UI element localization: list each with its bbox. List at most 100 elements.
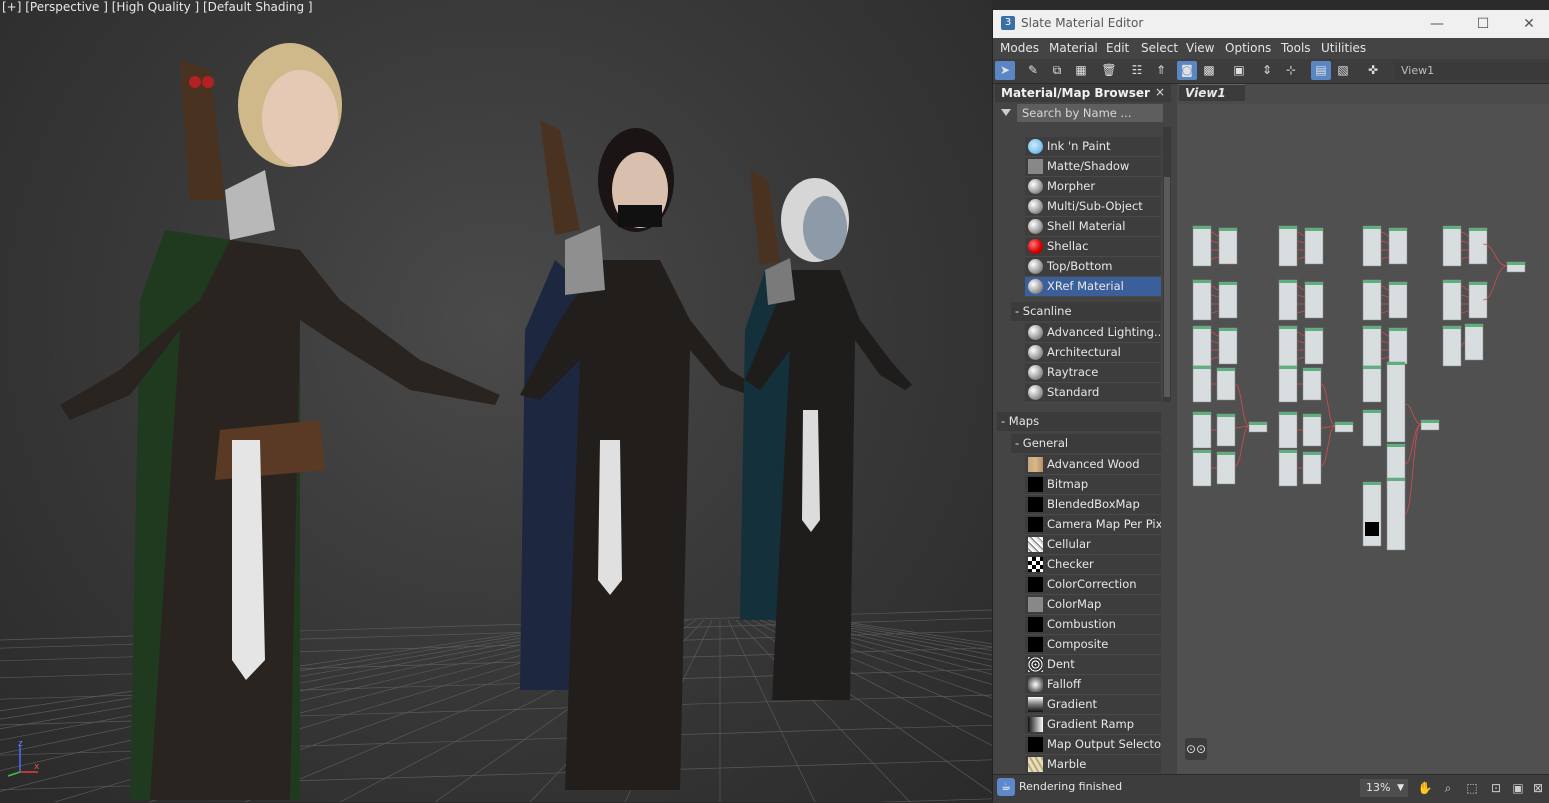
material-node[interactable] — [1216, 367, 1236, 401]
list-item[interactable]: Combustion — [1025, 615, 1161, 635]
material-node[interactable] — [1218, 327, 1238, 365]
menu-tools[interactable]: Tools — [1281, 41, 1311, 55]
show-shaded-icon[interactable]: ◙ — [1177, 61, 1197, 80]
list-item[interactable]: Cellular — [1025, 535, 1161, 555]
material-node[interactable] — [1468, 227, 1488, 265]
perspective-viewport[interactable]: [+] [Perspective ] [High Quality ] [Defa… — [0, 0, 992, 802]
zoom-extents-icon[interactable]: ⊡ — [1487, 779, 1505, 797]
menu-view[interactable]: View — [1186, 41, 1214, 55]
show-map-icon[interactable]: ▦ — [1071, 61, 1091, 80]
list-item[interactable]: Advanced Wood — [1025, 455, 1161, 475]
list-item[interactable]: Dent — [1025, 655, 1161, 675]
group-scanline[interactable]: - Scanline — [1011, 302, 1161, 321]
material-node[interactable] — [1218, 227, 1238, 265]
list-item[interactable]: Ink 'n Paint — [1025, 137, 1161, 157]
zoom-dropdown[interactable]: 13% ▼ — [1360, 779, 1408, 797]
delete-icon[interactable]: 🗑 — [1099, 61, 1119, 80]
hide-unused-icon[interactable]: ⊹ — [1281, 61, 1301, 80]
layout-all-icon[interactable]: ☷ — [1127, 61, 1147, 80]
tab-view1[interactable]: View1 — [1179, 84, 1245, 101]
map-node[interactable] — [1278, 279, 1298, 321]
list-item[interactable]: Matte/Shadow — [1025, 157, 1161, 177]
list-item[interactable]: ColorMap — [1025, 595, 1161, 615]
scroll-thumb[interactable] — [1164, 177, 1170, 397]
list-item[interactable]: Composite — [1025, 635, 1161, 655]
list-item[interactable]: Morpher — [1025, 177, 1161, 197]
binoculars-icon[interactable]: ⊙⊙ — [1185, 738, 1207, 760]
map-node[interactable] — [1278, 225, 1298, 267]
map-node[interactable] — [1442, 279, 1462, 321]
map-node[interactable] — [1278, 325, 1298, 367]
browser-close-icon[interactable]: × — [1155, 85, 1165, 99]
maximize-button[interactable]: ☐ — [1463, 12, 1503, 36]
material-node[interactable] — [1216, 451, 1236, 485]
map-node[interactable] — [1442, 225, 1462, 267]
character-middle[interactable] — [520, 120, 770, 790]
zoom-selected-icon[interactable]: ▣ — [1509, 779, 1527, 797]
minimize-button[interactable]: — — [1417, 12, 1457, 36]
map-node[interactable] — [1362, 225, 1382, 267]
list-item[interactable]: Map Output Selector — [1025, 735, 1161, 755]
map-node[interactable] — [1192, 365, 1212, 403]
menu-material[interactable]: Material — [1049, 41, 1098, 55]
map-node[interactable] — [1362, 481, 1382, 547]
character-back[interactable] — [740, 170, 912, 700]
material-node[interactable] — [1388, 281, 1408, 319]
material-node[interactable] — [1442, 325, 1462, 367]
character-front[interactable] — [60, 43, 500, 800]
layout-children-icon[interactable]: ⇑ — [1151, 61, 1171, 80]
material-node[interactable] — [1388, 327, 1408, 365]
list-item[interactable]: XRef Material — [1025, 277, 1161, 297]
material-node-network[interactable] — [1177, 104, 1549, 774]
browser-scrollbar[interactable] — [1163, 127, 1171, 402]
list-item[interactable]: ColorCorrection — [1025, 575, 1161, 595]
map-node[interactable] — [1278, 411, 1298, 449]
map-node[interactable] — [1192, 325, 1212, 367]
menu-modes[interactable]: Modes — [1000, 41, 1039, 55]
scene-characters[interactable] — [0, 0, 992, 802]
list-item[interactable]: Gradient Ramp — [1025, 715, 1161, 735]
multi-sub-node[interactable] — [1386, 361, 1406, 443]
show-end-result-icon[interactable]: ▣ — [1229, 61, 1249, 80]
map-node[interactable] — [1362, 365, 1382, 403]
assign-material-icon[interactable]: ⧉ — [1047, 61, 1067, 80]
list-item[interactable]: BlendedBoxMap — [1025, 495, 1161, 515]
material-node[interactable] — [1302, 413, 1322, 447]
zoom-region-icon[interactable]: ⬚ — [1463, 779, 1481, 797]
navigator-icon[interactable]: ✜ — [1363, 61, 1383, 80]
map-node[interactable] — [1192, 225, 1212, 267]
parameter-editor-icon[interactable]: ▤ — [1311, 61, 1331, 80]
view-name-field[interactable]: View1 — [1395, 62, 1549, 80]
list-item[interactable]: Checker — [1025, 555, 1161, 575]
group-maps[interactable]: - Maps — [997, 412, 1161, 431]
list-item[interactable]: Raytrace — [1025, 363, 1161, 383]
material-node[interactable] — [1302, 451, 1322, 485]
menu-select[interactable]: Select — [1141, 41, 1178, 55]
map-node[interactable] — [1362, 279, 1382, 321]
map-node[interactable] — [1362, 325, 1382, 367]
close-button[interactable]: ✕ — [1509, 12, 1549, 36]
list-item[interactable]: Falloff — [1025, 675, 1161, 695]
material-node[interactable] — [1304, 327, 1324, 365]
pan-hand-icon[interactable]: ✋ — [1416, 779, 1434, 797]
material-node[interactable] — [1388, 227, 1408, 265]
map-node[interactable] — [1362, 409, 1382, 447]
list-item[interactable]: Camera Map Per Pixel — [1025, 515, 1161, 535]
material-node[interactable] — [1304, 281, 1324, 319]
zoom-extents-all-icon[interactable]: ⊠ — [1529, 779, 1547, 797]
material-node[interactable] — [1302, 367, 1322, 401]
graph-canvas[interactable] — [1177, 104, 1549, 774]
map-node[interactable] — [1278, 449, 1298, 487]
menu-edit[interactable]: Edit — [1106, 41, 1129, 55]
teapot-icon[interactable]: ☕ — [997, 778, 1015, 796]
material-node[interactable] — [1386, 477, 1406, 551]
viewport-label[interactable]: [+] [Perspective ] [High Quality ] [Defa… — [2, 0, 313, 14]
map-node[interactable] — [1192, 411, 1212, 449]
move-children-icon[interactable]: ⇕ — [1257, 61, 1277, 80]
group-general[interactable]: - General — [1011, 434, 1161, 453]
browser-list[interactable]: Ink 'n Paint Matte/Shadow Morpher Multi/… — [995, 127, 1161, 773]
list-item[interactable]: Shellac — [1025, 237, 1161, 257]
menu-options[interactable]: Options — [1225, 41, 1271, 55]
list-item[interactable]: Gradient — [1025, 695, 1161, 715]
search-options-icon[interactable] — [1001, 109, 1011, 116]
